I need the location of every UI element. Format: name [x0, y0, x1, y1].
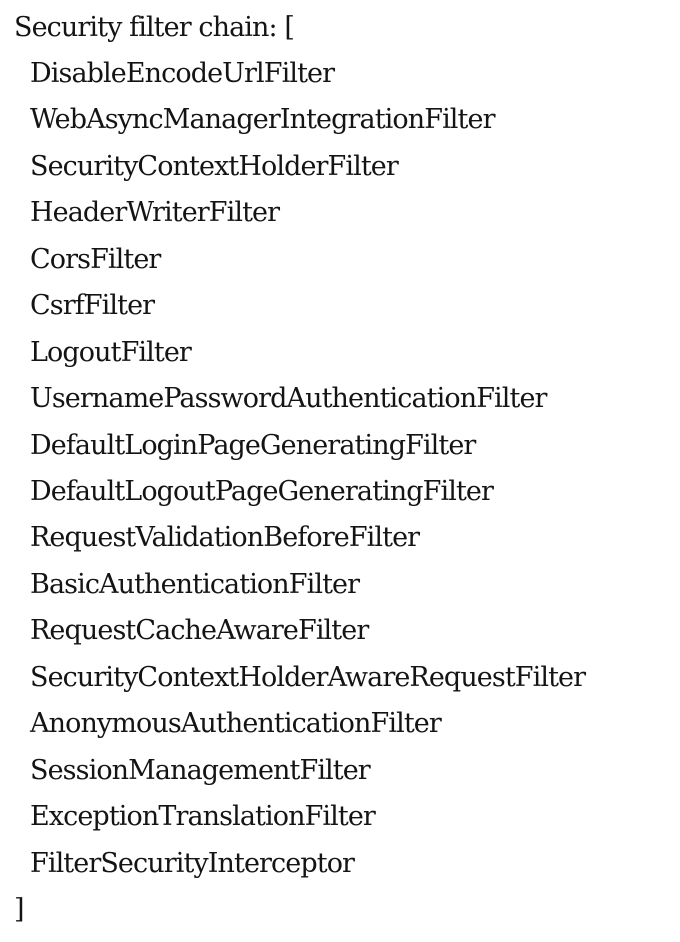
filter-item: WebAsyncManagerIntegrationFilter: [30, 104, 495, 135]
filter-item: DefaultLogoutPageGeneratingFilter: [30, 476, 494, 507]
filter-item: CsrfFilter: [30, 290, 155, 321]
chain-closing-bracket: ]: [14, 894, 25, 925]
filter-item: LogoutFilter: [30, 337, 192, 368]
filter-item: AnonymousAuthenticationFilter: [30, 708, 442, 739]
filter-item: SessionManagementFilter: [30, 755, 371, 786]
filter-item: CorsFilter: [30, 244, 161, 275]
filter-item: DefaultLoginPageGeneratingFilter: [30, 430, 476, 461]
filter-item: RequestValidationBeforeFilter: [30, 522, 420, 553]
filter-item: DisableEncodeUrlFilter: [30, 58, 335, 89]
filter-item: SecurityContextHolderFilter: [30, 151, 399, 182]
filter-item: UsernamePasswordAuthenticationFilter: [30, 383, 547, 414]
filter-chain-document: Security filter chain: [ DisableEncodeUr…: [0, 0, 680, 942]
filter-item: RequestCacheAwareFilter: [30, 615, 369, 646]
chain-heading: Security filter chain: [: [14, 12, 295, 43]
filter-item: SecurityContextHolderAwareRequestFilter: [30, 662, 586, 693]
filter-item: HeaderWriterFilter: [30, 197, 280, 228]
filter-item: ExceptionTranslationFilter: [30, 801, 376, 832]
filter-item: FilterSecurityInterceptor: [30, 848, 355, 879]
filter-item: BasicAuthenticationFilter: [30, 569, 360, 600]
